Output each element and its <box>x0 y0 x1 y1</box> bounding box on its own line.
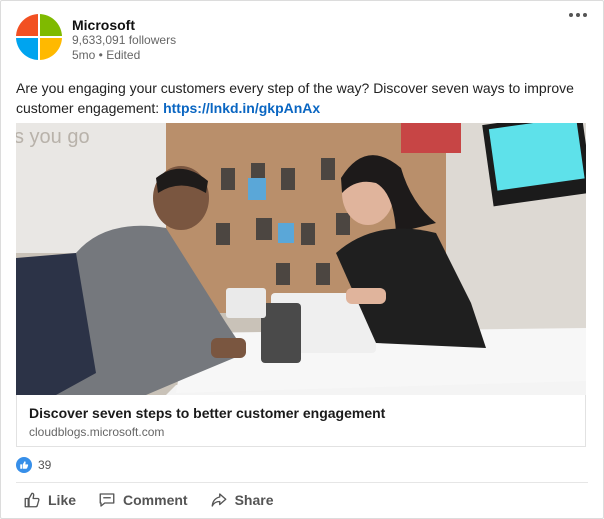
microsoft-logo[interactable] <box>16 14 62 60</box>
preview-title[interactable]: Discover seven steps to better customer … <box>29 405 385 421</box>
author-meta: Microsoft 9,633,091 followers 5mo • Edit… <box>72 17 176 63</box>
logo-blue-square <box>16 38 38 60</box>
follower-count: 9,633,091 followers <box>72 33 177 47</box>
like-label: Like <box>48 492 77 508</box>
like-reaction-icon <box>16 457 32 473</box>
logo-green-square <box>40 14 62 36</box>
social-actions: Like Comment Share <box>23 491 274 509</box>
reaction-count[interactable]: 39 <box>38 458 51 472</box>
post-image[interactable]: s you go <box>16 123 586 395</box>
post-card: Microsoft 9,633,091 followers 5mo • Edit… <box>0 0 604 519</box>
company-name[interactable]: Microsoft <box>72 17 176 33</box>
logo-red-square <box>16 14 38 36</box>
ellipsis-dot <box>569 13 573 17</box>
post-time: 5mo • Edited <box>72 48 141 62</box>
ellipsis-dot <box>576 13 580 17</box>
actions-divider <box>16 482 588 483</box>
post-link[interactable]: https://lnkd.in/gkpAnAx <box>163 100 320 116</box>
share-button[interactable]: Share <box>210 491 274 509</box>
logo-yellow-square <box>40 38 62 60</box>
comment-icon <box>98 491 116 509</box>
share-label: Share <box>234 492 274 508</box>
store-photo-illustration: s you go <box>16 123 586 395</box>
ellipsis-icon[interactable] <box>569 13 587 17</box>
preview-domain: cloudblogs.microsoft.com <box>29 425 165 439</box>
post-header: Microsoft 9,633,091 followers 5mo • Edit… <box>16 14 176 63</box>
link-preview[interactable]: Discover seven steps to better customer … <box>16 395 586 447</box>
comment-label: Comment <box>123 492 188 508</box>
comment-button[interactable]: Comment <box>98 491 188 509</box>
share-icon <box>210 491 228 509</box>
reaction-summary[interactable]: 39 <box>16 457 51 473</box>
like-button[interactable]: Like <box>23 491 76 509</box>
post-text: Are you engaging your customers every st… <box>16 78 591 118</box>
store-sign-text: s you go <box>16 126 90 148</box>
ellipsis-dot <box>583 13 587 17</box>
thumbs-up-icon <box>23 491 41 509</box>
